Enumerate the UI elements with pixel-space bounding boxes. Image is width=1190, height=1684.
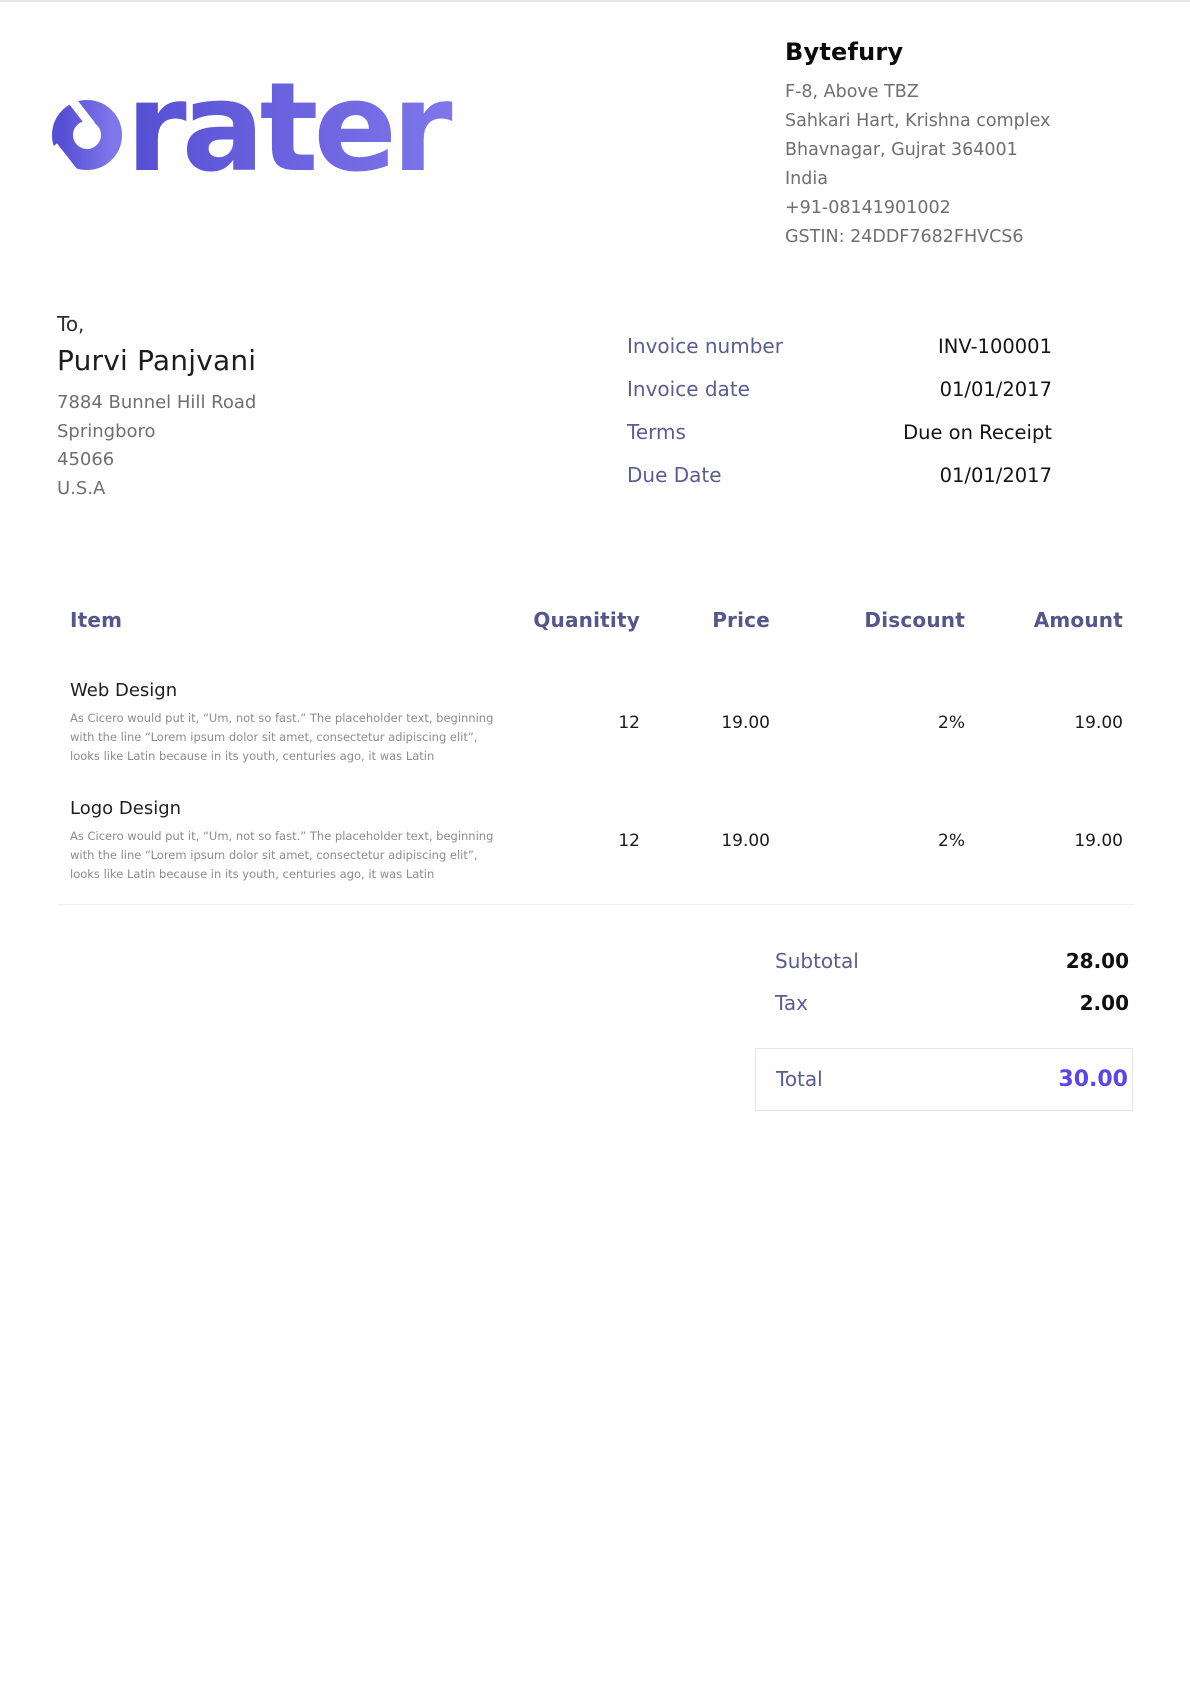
terms-value: Due on Receipt bbox=[903, 418, 1052, 447]
item-cell: Web Design As Cicero would put it, “Um, … bbox=[57, 680, 517, 766]
total-box: Total 30.00 bbox=[755, 1048, 1133, 1111]
table-row: Logo Design As Cicero would put it, “Um,… bbox=[57, 786, 1133, 904]
items-table-header: Item Quanitity Price Discount Amount bbox=[57, 608, 1133, 642]
crater-c-mark bbox=[50, 89, 112, 182]
due-date-row: Due Date 01/01/2017 bbox=[627, 461, 1052, 490]
header-discount: Discount bbox=[770, 608, 965, 632]
customer-address-line: Springboro bbox=[57, 418, 256, 447]
total-label: Total bbox=[776, 1067, 823, 1091]
tax-label: Tax bbox=[775, 991, 808, 1015]
item-discount: 2% bbox=[770, 713, 965, 733]
subtotal-value: 28.00 bbox=[1066, 949, 1129, 973]
header-price: Price bbox=[640, 608, 770, 632]
invoice-date-row: Invoice date 01/01/2017 bbox=[627, 375, 1052, 404]
company-phone: +91-08141901002 bbox=[785, 194, 1125, 223]
tax-row: Tax 2.00 bbox=[755, 982, 1133, 1024]
subtotal-row: Subtotal 28.00 bbox=[755, 940, 1133, 982]
customer-name: Purvi Panjvani bbox=[57, 344, 256, 377]
tax-value: 2.00 bbox=[1080, 991, 1129, 1015]
item-price: 19.00 bbox=[640, 831, 770, 851]
invoice-meta: Invoice number INV-100001 Invoice date 0… bbox=[627, 332, 1052, 504]
item-description: As Cicero would put it, “Um, not so fast… bbox=[70, 709, 502, 766]
header-amount: Amount bbox=[965, 608, 1128, 632]
company-gstin: GSTIN: 24DDF7682FHVCS6 bbox=[785, 223, 1125, 252]
item-name: Web Design bbox=[70, 680, 517, 701]
invoice-number-label: Invoice number bbox=[627, 332, 783, 361]
crater-logo-icon: rater bbox=[46, 74, 498, 196]
bill-to-block: To, Purvi Panjvani 7884 Bunnel Hill Road… bbox=[57, 312, 256, 503]
company-info: Bytefury F-8, Above TBZ Sahkari Hart, Kr… bbox=[785, 38, 1125, 252]
total-value: 30.00 bbox=[1058, 1067, 1128, 1092]
company-address-line: India bbox=[785, 165, 1125, 194]
invoice-number-value: INV-100001 bbox=[938, 332, 1052, 361]
table-row: Web Design As Cicero would put it, “Um, … bbox=[57, 668, 1133, 786]
company-address-line: Sahkari Hart, Krishna complex bbox=[785, 107, 1125, 136]
item-quantity: 12 bbox=[517, 713, 640, 733]
company-address-line: F-8, Above TBZ bbox=[785, 78, 1125, 107]
items-table: Item Quanitity Price Discount Amount Web… bbox=[57, 608, 1133, 905]
item-amount: 19.00 bbox=[965, 831, 1128, 851]
item-name: Logo Design bbox=[70, 798, 517, 819]
item-cell: Logo Design As Cicero would put it, “Um,… bbox=[57, 798, 517, 884]
terms-row: Terms Due on Receipt bbox=[627, 418, 1052, 447]
bill-to-label: To, bbox=[57, 312, 256, 336]
customer-address-line: 7884 Bunnel Hill Road bbox=[57, 389, 256, 418]
subtotal-label: Subtotal bbox=[775, 949, 859, 973]
header-quantity: Quanitity bbox=[517, 608, 640, 632]
invoice-date-value: 01/01/2017 bbox=[940, 375, 1052, 404]
brand-logo: rater bbox=[46, 74, 498, 200]
item-quantity: 12 bbox=[517, 831, 640, 851]
totals-section: Subtotal 28.00 Tax 2.00 Total 30.00 bbox=[755, 940, 1133, 1111]
item-description: As Cicero would put it, “Um, not so fast… bbox=[70, 827, 502, 884]
company-name: Bytefury bbox=[785, 38, 1125, 66]
item-amount: 19.00 bbox=[965, 713, 1128, 733]
items-table-body: Web Design As Cicero would put it, “Um, … bbox=[57, 668, 1133, 905]
terms-label: Terms bbox=[627, 418, 686, 447]
header-item: Item bbox=[57, 608, 517, 632]
due-date-label: Due Date bbox=[627, 461, 722, 490]
customer-address-line: U.S.A bbox=[57, 475, 256, 504]
item-discount: 2% bbox=[770, 831, 965, 851]
company-address-line: Bhavnagar, Gujrat 364001 bbox=[785, 136, 1125, 165]
invoice-date-label: Invoice date bbox=[627, 375, 750, 404]
logo-wordmark-text: rater bbox=[126, 74, 453, 196]
item-price: 19.00 bbox=[640, 713, 770, 733]
invoice-number-row: Invoice number INV-100001 bbox=[627, 332, 1052, 361]
due-date-value: 01/01/2017 bbox=[940, 461, 1052, 490]
customer-address-line: 45066 bbox=[57, 446, 256, 475]
